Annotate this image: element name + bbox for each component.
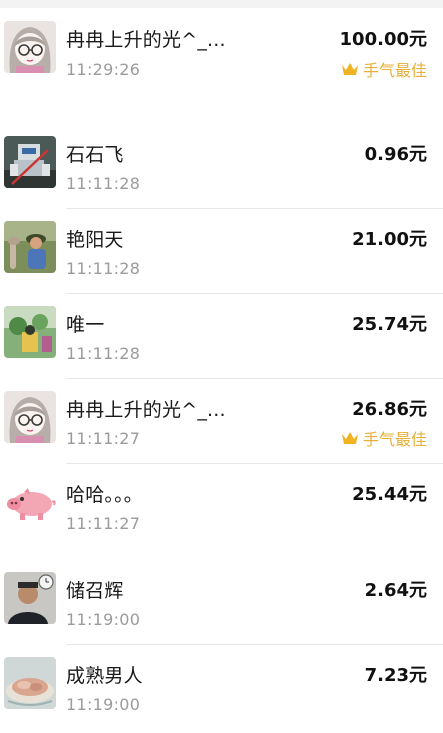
amount: 7.23元 <box>364 665 427 686</box>
sender-name: 唯一 <box>66 314 105 336</box>
plants-photo-avatar[interactable] <box>4 306 56 358</box>
received-time: 11:19:00 <box>66 695 141 714</box>
received-time: 11:11:28 <box>66 174 141 193</box>
list-item[interactable]: 石石飞 11:11:28 0.96元 <box>0 124 443 208</box>
sender-name: 冉冉上升的光^_... <box>66 399 226 421</box>
list-item[interactable]: 哈哈。。。 11:11:27 25.44元 <box>0 464 443 548</box>
man-fishing-avatar[interactable] <box>4 221 56 273</box>
list-item[interactable]: 冉冉上升的光^_... 11:11:27 26.86元 手气最佳 <box>0 379 443 463</box>
best-luck-label: 手气最佳 <box>362 430 427 449</box>
amount: 2.64元 <box>364 580 427 601</box>
sender-name: 储召辉 <box>66 580 124 602</box>
amount: 21.00元 <box>352 229 427 250</box>
anime-girl-avatar[interactable] <box>4 21 56 73</box>
list-item[interactable]: 艳阳天 11:11:28 21.00元 <box>0 209 443 293</box>
sender-name: 石石飞 <box>66 144 124 166</box>
best-luck-badge: 手气最佳 <box>341 57 427 81</box>
received-time: 11:11:28 <box>66 344 141 363</box>
list-item[interactable]: 唯一 11:11:28 25.74元 <box>0 294 443 378</box>
crown-icon <box>341 432 358 444</box>
amount: 26.86元 <box>352 399 427 420</box>
pig-avatar[interactable] <box>4 476 56 528</box>
received-time: 11:11:28 <box>66 259 141 278</box>
food-bowl-avatar[interactable] <box>4 657 56 709</box>
sender-name: 艳阳天 <box>66 229 124 251</box>
sender-name: 哈哈。。。 <box>66 484 144 506</box>
received-time: 11:11:27 <box>66 429 141 448</box>
received-time: 11:11:27 <box>66 514 141 533</box>
list-item[interactable]: 储召辉 11:19:00 2.64元 <box>0 560 443 644</box>
amount: 100.00元 <box>339 29 427 50</box>
sender-name: 成熟男人 <box>66 665 143 687</box>
robot-photo-avatar[interactable] <box>4 136 56 188</box>
received-time: 11:29:26 <box>66 60 141 79</box>
list-item[interactable]: 冉冉上升的光^_... 11:29:26 100.00元 手气最佳 <box>0 8 443 100</box>
list-item[interactable]: 成熟男人 11:19:00 7.23元 <box>0 645 443 729</box>
amount: 25.44元 <box>352 484 427 505</box>
received-time: 11:19:00 <box>66 610 141 629</box>
amount: 25.74元 <box>352 314 427 335</box>
anime-girl-avatar[interactable] <box>4 391 56 443</box>
amount: 0.96元 <box>364 144 427 165</box>
man-portrait-avatar[interactable] <box>4 572 56 624</box>
best-luck-label: 手气最佳 <box>362 61 427 80</box>
top-header-strip <box>0 0 443 8</box>
sender-name: 冉冉上升的光^_... <box>66 29 226 51</box>
best-luck-badge: 手气最佳 <box>341 426 427 450</box>
crown-icon <box>341 63 358 75</box>
